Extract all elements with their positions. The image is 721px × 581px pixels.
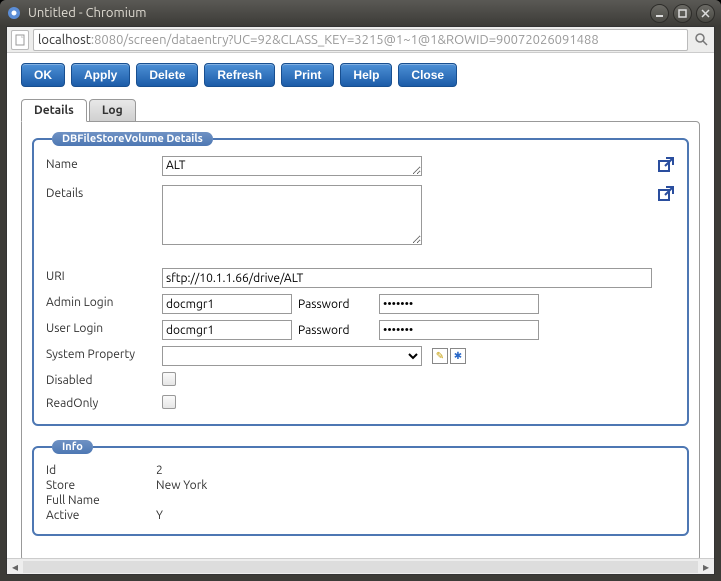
user-login-input[interactable] [162, 320, 292, 340]
chromium-icon [6, 5, 22, 21]
name-input[interactable] [162, 156, 422, 176]
refresh-button[interactable]: Refresh [204, 63, 275, 87]
name-label: Name [46, 156, 156, 171]
toolbar: OK Apply Delete Refresh Print Help Close [21, 63, 700, 87]
apply-button[interactable]: Apply [71, 63, 130, 87]
scroll-right-arrow[interactable]: ▸ [698, 560, 714, 574]
fullname-value [156, 494, 675, 507]
uri-input[interactable] [162, 268, 652, 288]
admin-login-label: Admin Login [46, 294, 156, 309]
horizontal-scrollbar[interactable]: ◂ ▸ [7, 558, 714, 574]
user-password-input[interactable] [379, 320, 539, 340]
store-value: New York [156, 479, 675, 492]
scroll-left-arrow[interactable]: ◂ [7, 560, 23, 574]
uri-label: URI [46, 268, 156, 283]
ok-button[interactable]: OK [21, 63, 65, 87]
close-window-button[interactable] [696, 4, 715, 23]
url-input[interactable]: localhost:8080/screen/dataentry?UC=92&CL… [33, 29, 688, 51]
popout-icon[interactable] [657, 185, 675, 206]
user-login-label: User Login [46, 320, 156, 335]
tab-details[interactable]: Details [21, 99, 87, 122]
delete-button[interactable]: Delete [136, 63, 198, 87]
details-label: Details [46, 185, 156, 200]
details-legend: DBFileStoreVolume Details [52, 132, 213, 146]
fullname-label: Full Name [46, 494, 156, 507]
edit-icon[interactable]: ✎ [432, 348, 448, 364]
id-value: 2 [156, 464, 675, 477]
readonly-checkbox[interactable] [162, 395, 176, 409]
close-button[interactable]: Close [398, 63, 457, 87]
info-fieldset: Info Id 2 Store New York Full Name Activ… [32, 440, 689, 536]
readonly-label: ReadOnly [46, 395, 156, 410]
zoom-icon[interactable] [692, 31, 710, 49]
page-content: OK Apply Delete Refresh Print Help Close… [7, 53, 714, 558]
tab-panel-details: DBFileStoreVolume Details Name Details [21, 121, 700, 558]
minimize-button[interactable] [650, 4, 669, 23]
address-bar: localhost:8080/screen/dataentry?UC=92&CL… [7, 27, 714, 53]
tab-strip: Details Log [21, 99, 700, 122]
titlebar[interactable]: Untitled - Chromium [0, 0, 721, 26]
url-path: :8080/screen/dataentry?UC=92&CLASS_KEY=3… [91, 33, 599, 47]
page-icon [11, 30, 29, 50]
system-property-label: System Property [46, 346, 156, 361]
window-title: Untitled - Chromium [28, 6, 646, 20]
details-fieldset: DBFileStoreVolume Details Name Details [32, 132, 689, 426]
id-label: Id [46, 464, 156, 477]
admin-login-input[interactable] [162, 294, 292, 314]
admin-password-label: Password [298, 298, 373, 311]
disabled-label: Disabled [46, 372, 156, 387]
scroll-track[interactable] [23, 561, 698, 573]
help-button[interactable]: Help [340, 63, 392, 87]
new-icon[interactable]: ✱ [450, 348, 466, 364]
info-legend: Info [52, 440, 93, 454]
browser-body: localhost:8080/screen/dataentry?UC=92&CL… [6, 26, 715, 575]
url-host: localhost [38, 33, 91, 47]
system-property-select[interactable] [162, 346, 422, 366]
disabled-checkbox[interactable] [162, 372, 176, 386]
details-input[interactable] [162, 185, 422, 245]
active-label: Active [46, 509, 156, 522]
user-password-label: Password [298, 324, 373, 337]
admin-password-input[interactable] [379, 294, 539, 314]
active-value: Y [156, 509, 675, 522]
store-label: Store [46, 479, 156, 492]
popout-icon[interactable] [657, 156, 675, 177]
tab-log[interactable]: Log [89, 99, 136, 122]
window-frame: Untitled - Chromium localhost:8080/scree… [0, 0, 721, 581]
print-button[interactable]: Print [281, 63, 334, 87]
maximize-button[interactable] [673, 4, 692, 23]
